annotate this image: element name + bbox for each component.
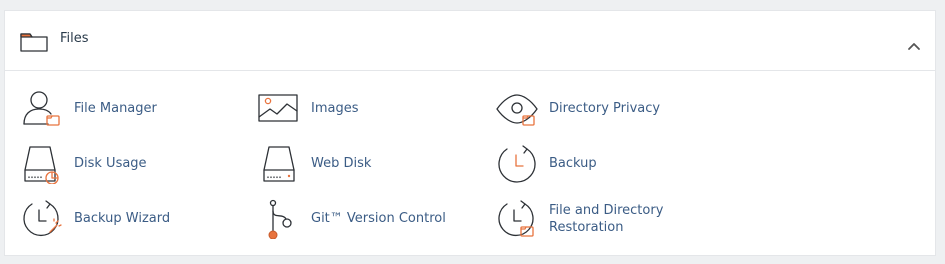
backup-icon [495,144,539,184]
backup-wizard-link[interactable]: Backup Wizard [20,199,220,239]
backup-wizard-icon [20,199,64,239]
folder-icon [20,31,48,52]
file-directory-restoration-link[interactable]: File and Directory Restoration [495,199,715,239]
panel-title: Files [60,31,89,46]
item-label: Backup [549,156,597,171]
web-disk-icon [257,144,301,184]
file-manager-link[interactable]: File Manager [20,89,220,129]
item-label: Images [311,101,359,116]
git-version-control-link[interactable]: Git™ Version Control [257,199,487,240]
web-disk-link[interactable]: Web Disk [257,144,457,184]
file-directory-restoration-icon [495,199,539,239]
item-label: Web Disk [311,156,372,171]
item-label: Backup Wizard [74,211,171,226]
images-link[interactable]: Images [257,89,457,129]
item-label: Directory Privacy [549,101,661,116]
item-label: Disk Usage [74,156,147,171]
directory-privacy-link[interactable]: Directory Privacy [495,89,715,129]
item-label: Git™ Version Control [311,211,446,226]
directory-privacy-icon [495,89,539,129]
chevron-up-icon[interactable] [907,36,921,50]
disk-usage-icon [20,144,64,185]
images-icon [257,89,301,129]
item-label: File Manager [74,101,157,116]
files-panel: Files File Manager Images Directory Priv… [4,10,936,256]
files-panel-header[interactable]: Files [5,11,935,71]
git-version-control-icon [257,199,301,240]
backup-link[interactable]: Backup [495,144,695,184]
file-manager-icon [20,89,64,129]
item-label: File and Directory Restoration [549,203,664,235]
disk-usage-link[interactable]: Disk Usage [20,144,220,185]
